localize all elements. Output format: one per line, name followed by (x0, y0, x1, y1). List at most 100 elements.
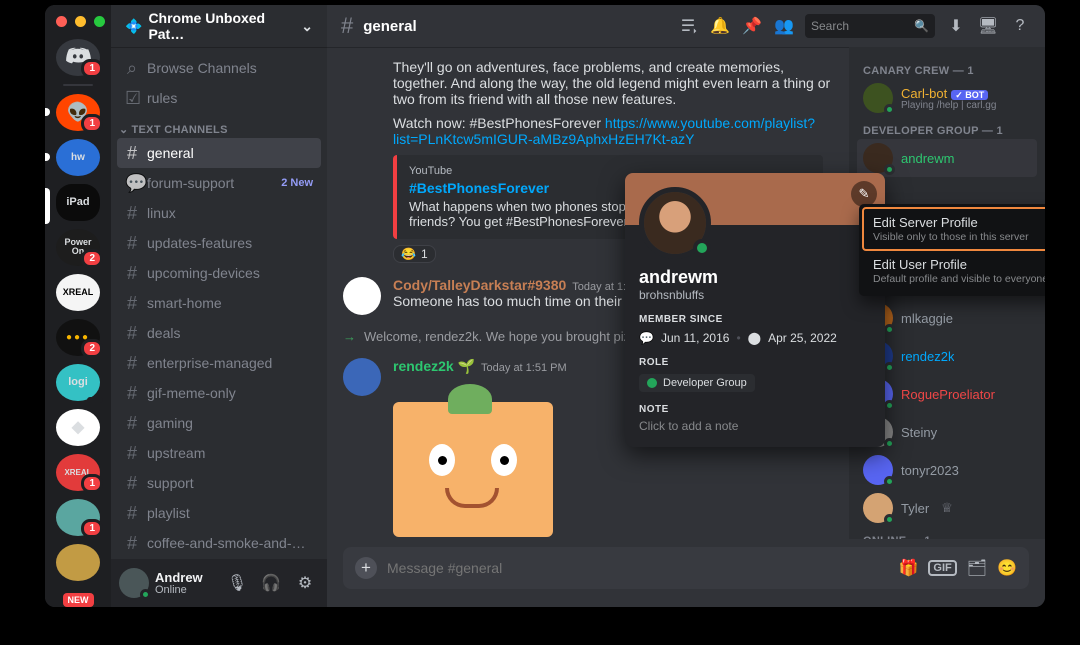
divider (63, 84, 93, 86)
server-dots[interactable]: ●●●2 (56, 319, 100, 356)
channel-header: # general 🔔 📌 👥 Search🔍 ⬇ 🖥 ? (327, 5, 1045, 47)
help-icon[interactable]: ? (1009, 15, 1031, 37)
message-link: Watch now: #BestPhonesForever https://ww… (343, 115, 833, 147)
members-icon[interactable]: 👥 (773, 15, 795, 37)
channel-smarthome[interactable]: #smart-home (117, 288, 321, 318)
emoji-icon: 😂 (401, 247, 416, 261)
bot-badge: ✓ BOT (951, 90, 988, 100)
server-logi[interactable]: logi (56, 364, 100, 401)
search-icon: 🔍 (914, 19, 929, 33)
channel-coffee[interactable]: #coffee-and-smoke-and-… (117, 528, 321, 558)
server-gold[interactable] (56, 544, 100, 581)
channel-updates[interactable]: #updates-features (117, 228, 321, 258)
sticker-icon[interactable]: 🗂 (967, 558, 987, 578)
server-hw[interactable]: hw (56, 139, 100, 176)
author[interactable]: rendez2k (393, 358, 454, 374)
channel-gif[interactable]: #gif-meme-only (117, 378, 321, 408)
close-icon[interactable] (56, 16, 67, 27)
message-composer: + 🎁 GIF 🗂 😊 (343, 547, 1029, 589)
member-andrewm[interactable]: andrewm (857, 139, 1037, 177)
rules-channel[interactable]: ☑rules (117, 83, 321, 113)
discord-icon: 💬 (639, 331, 654, 345)
profile-card: ✎ andrewm brohsnbluffs MEMBER SINCE 💬Jun… (625, 173, 885, 447)
member-carl[interactable]: Carl-bot✓ BOT Playing /help | carl.gg (857, 79, 1037, 117)
gif-button[interactable]: GIF (928, 560, 956, 576)
threads-icon[interactable] (677, 15, 699, 37)
server-xreal2[interactable]: XREAL1 (56, 454, 100, 491)
home-button[interactable]: 1 (56, 39, 100, 76)
member-item[interactable]: Tyler♕ (857, 489, 1037, 527)
emoji-icon[interactable]: 😊 (997, 558, 1017, 578)
self-status: Online (155, 584, 217, 596)
boost-icon: 💠 (125, 18, 142, 35)
compass-icon: ⌕ (125, 58, 139, 79)
channel-title: general (363, 18, 416, 35)
search-input[interactable]: Search🔍 (805, 14, 935, 38)
member-category: ONLINE — 1 (857, 527, 1037, 539)
server-name: Chrome Unboxed Pat… (148, 10, 295, 42)
server-reddit[interactable]: 👽1 (56, 94, 100, 131)
message-input[interactable] (387, 560, 889, 576)
status-dot (693, 239, 711, 257)
attach-button[interactable]: + (355, 557, 377, 579)
self-avatar[interactable] (119, 568, 149, 598)
arrow-icon: → (343, 329, 356, 344)
gear-icon[interactable]: ⚙ (291, 569, 319, 597)
author[interactable]: Cody/TalleyDarkstar#9380 (393, 277, 566, 293)
avatar[interactable] (343, 358, 381, 396)
badge: 1 (81, 59, 103, 78)
forum-icon: 💬 (125, 173, 139, 194)
channel-upstream[interactable]: #upstream (117, 438, 321, 468)
reaction[interactable]: 😂1 (393, 245, 436, 263)
inbox-icon[interactable]: ⬇ (945, 15, 967, 37)
profile-tag: brohsnbluffs (639, 288, 871, 302)
channel-playlist[interactable]: #playlist (117, 498, 321, 528)
crown-icon: ♕ (941, 500, 953, 516)
channel-linux[interactable]: #linux (117, 198, 321, 228)
minimize-icon[interactable] (75, 16, 86, 27)
server-google[interactable]: ◆ (56, 409, 100, 446)
avatar[interactable] (343, 277, 381, 315)
server-ipad[interactable]: iPad (56, 184, 100, 221)
timestamp: Today at 1:51 PM (481, 362, 567, 374)
headset-icon[interactable]: 🎧 (257, 569, 285, 597)
server-teal[interactable]: 1 (56, 499, 100, 536)
channel-gaming[interactable]: #gaming (117, 408, 321, 438)
browse-channels[interactable]: ⌕Browse Channels (117, 53, 321, 83)
channel-upcoming[interactable]: #upcoming-devices (117, 258, 321, 288)
leaf-icon: 🌱 (458, 358, 475, 374)
edit-user-profile[interactable]: Edit User Profile Default profile and vi… (863, 250, 1045, 292)
profile-context-menu: Edit Server Profile Visible only to thos… (859, 204, 1045, 296)
note-label: NOTE (639, 404, 871, 415)
hash-icon: # (125, 143, 139, 164)
role-label: ROLE (639, 357, 871, 368)
gift-icon[interactable]: 🎁 (899, 558, 919, 578)
channel-support[interactable]: #support (117, 468, 321, 498)
mic-icon[interactable]: 🎙 (223, 569, 251, 597)
server-poweron[interactable]: Power On2 (56, 229, 100, 266)
channel-sidebar: 💠 Chrome Unboxed Pat… ⌄ ⌕Browse Channels… (111, 5, 327, 607)
server-header[interactable]: 💠 Chrome Unboxed Pat… ⌄ (111, 5, 327, 47)
server-icon: ⬤ (748, 331, 761, 345)
channel-forum-support[interactable]: 💬forum-support2 New (117, 168, 321, 198)
profile-name: andrewm (639, 267, 871, 288)
bell-icon[interactable]: 🔔 (709, 15, 731, 37)
channel-general[interactable]: #general (117, 138, 321, 168)
pin-icon[interactable]: 📌 (741, 15, 763, 37)
member-item[interactable]: tonyr2023 (857, 451, 1037, 489)
self-name: Andrew (155, 571, 217, 584)
member-since-label: MEMBER SINCE (639, 314, 871, 325)
category-text[interactable]: ⌄TEXT CHANNELS (117, 113, 321, 138)
edit-server-profile[interactable]: Edit Server Profile Visible only to thos… (863, 208, 1045, 250)
zoom-icon[interactable] (94, 16, 105, 27)
new-badge: NEW (63, 593, 94, 607)
channel-enterprise[interactable]: #enterprise-managed (117, 348, 321, 378)
channel-deals[interactable]: #deals (117, 318, 321, 348)
gif-image[interactable] (393, 402, 553, 537)
role-chip[interactable]: Developer Group (639, 374, 755, 392)
updates-icon[interactable]: 🖥 (977, 15, 999, 37)
server-xreal[interactable]: XREAL (56, 274, 100, 311)
chevron-down-icon: ⌄ (301, 18, 313, 35)
note-field[interactable]: Click to add a note (639, 419, 871, 433)
user-panel: Andrew Online 🎙 🎧 ⚙ (111, 559, 327, 607)
